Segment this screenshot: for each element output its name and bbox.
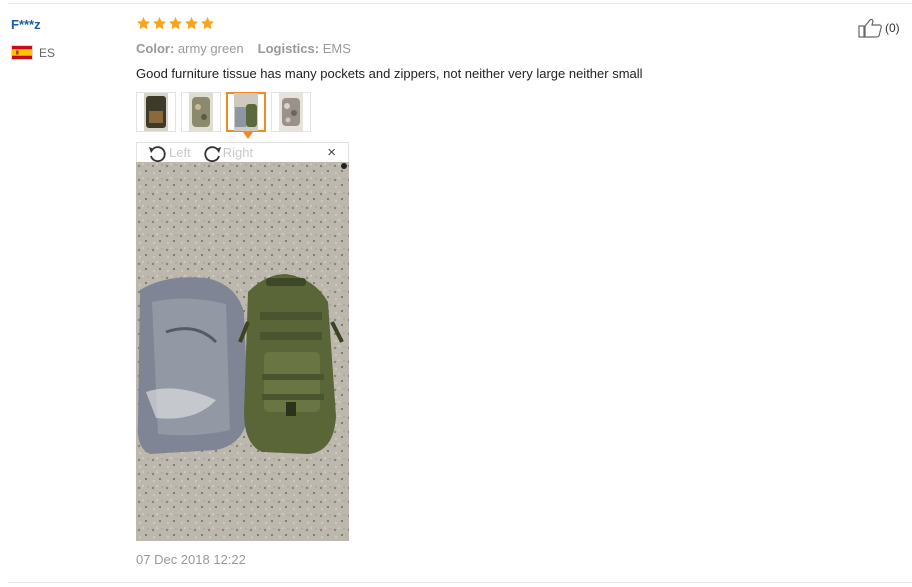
star-icon [137, 16, 150, 30]
color-attribute: Color: army green [136, 41, 244, 56]
review-divider-bottom [8, 582, 912, 583]
review-date: 07 Dec 2018 12:22 [136, 552, 246, 567]
star-icon [169, 16, 182, 30]
review-photo-thumbnails [136, 92, 311, 139]
helpful-button[interactable]: (0) [858, 18, 900, 38]
buyer-name: F***z [11, 17, 41, 32]
color-label: Color: [136, 41, 175, 56]
thumbnail-image [234, 93, 258, 131]
rotate-left-icon [149, 145, 166, 162]
review-divider-top [8, 3, 912, 4]
country-code: ES [39, 45, 56, 60]
logistics-label: Logistics: [257, 41, 320, 56]
star-icon [153, 16, 166, 30]
rotate-left-button[interactable]: Left [147, 143, 191, 163]
buyer-country: ES [11, 45, 55, 60]
spain-flag-icon [11, 45, 33, 60]
rotate-right-label: Right [222, 145, 254, 160]
selected-thumbnail-indicator [243, 132, 253, 139]
close-icon[interactable]: × [327, 144, 336, 162]
logistics-attribute: Logistics: EMS [258, 41, 351, 56]
star-icon [201, 16, 214, 30]
color-value: army green [177, 41, 244, 56]
star-icon [185, 16, 198, 30]
star-rating [136, 16, 215, 31]
thumbs-up-icon [858, 18, 882, 38]
rotate-right-icon [204, 145, 221, 162]
rotate-left-label: Left [169, 145, 191, 160]
helpful-count: (0) [885, 21, 900, 35]
photo-viewer: Left Right × [136, 142, 349, 541]
photo-thumbnail[interactable] [181, 92, 221, 132]
thumbnail-image [189, 93, 213, 131]
rotate-right-button[interactable]: Right [201, 143, 253, 163]
thumbnail-image [279, 93, 303, 131]
photo-viewer-toolbar: Left Right × [136, 142, 349, 162]
review-text: Good furniture tissue has many pockets a… [136, 66, 643, 81]
review-photo [136, 162, 349, 541]
photo-thumbnail-selected[interactable] [226, 92, 266, 139]
review-meta: Color: army green Logistics: EMS [136, 41, 351, 56]
logistics-value: EMS [322, 41, 351, 56]
thumbnail-image [144, 93, 168, 131]
photo-thumbnail[interactable] [271, 92, 311, 132]
photo-thumbnail[interactable] [136, 92, 176, 132]
